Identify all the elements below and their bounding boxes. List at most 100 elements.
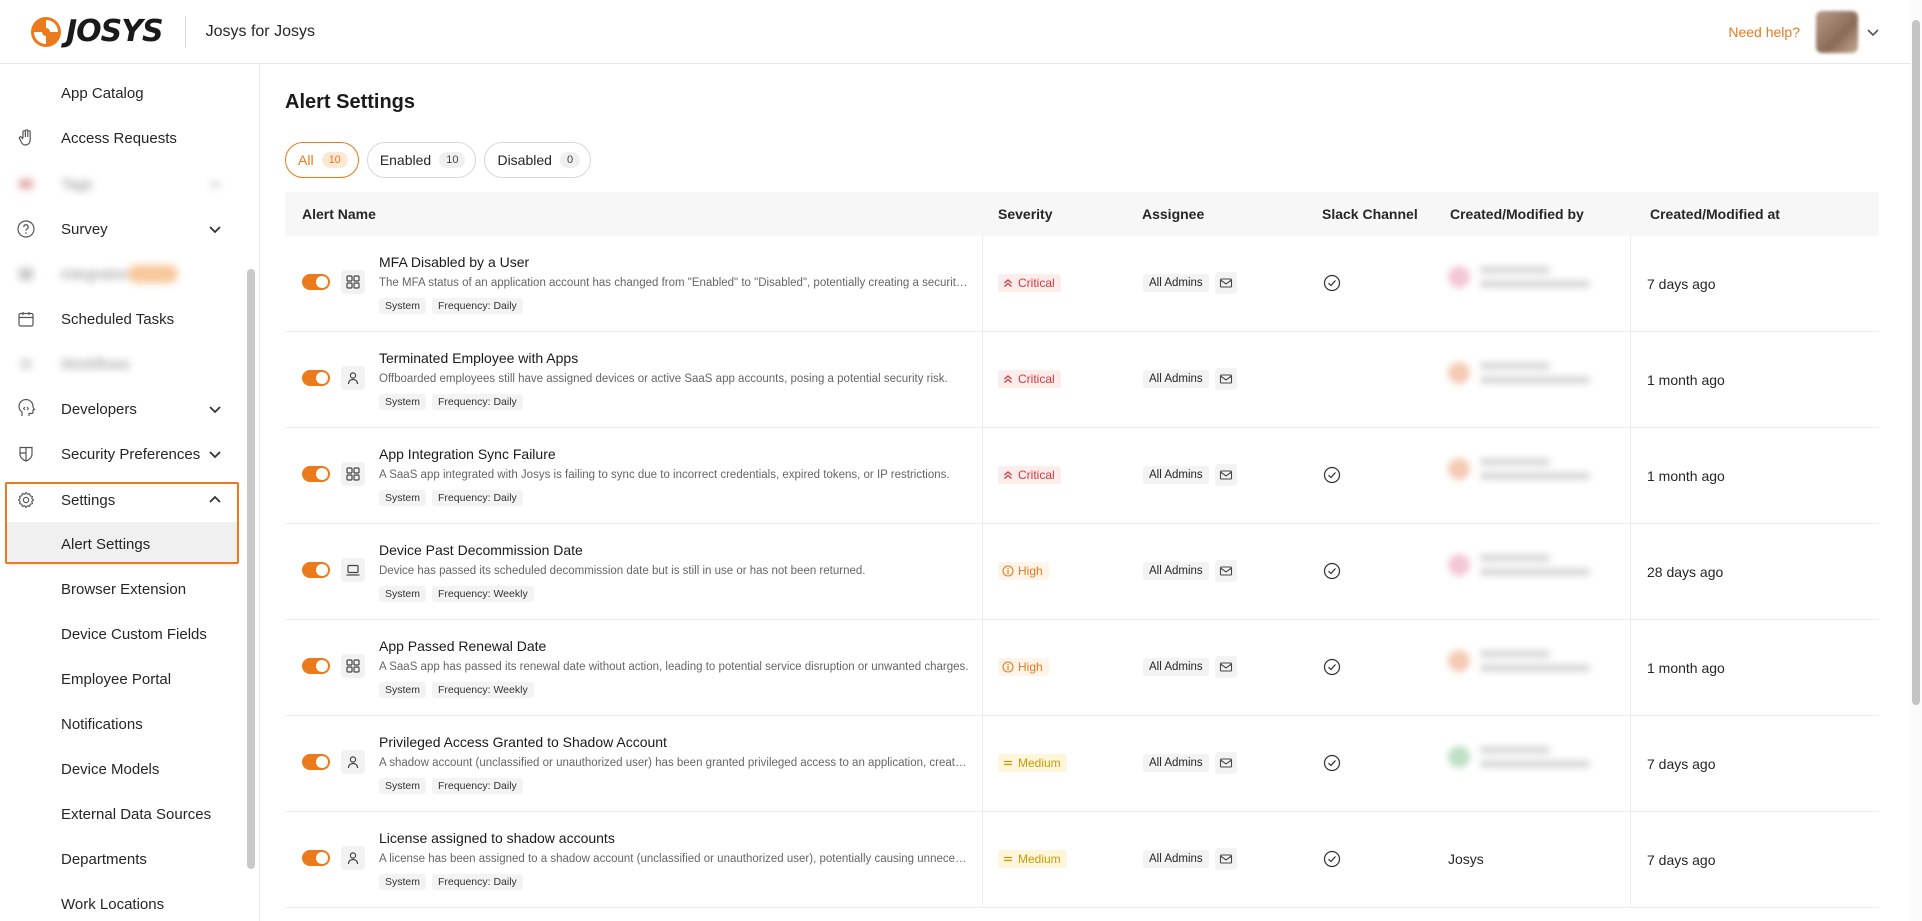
- sidebar-item-device-custom-fields[interactable]: Device Custom Fields: [0, 612, 244, 656]
- sidebar-item-alert-settings[interactable]: Alert Settings: [7, 522, 238, 566]
- alert-description: A SaaS app integrated with Josys is fail…: [379, 469, 950, 481]
- table-row[interactable]: App Passed Renewal Date A SaaS app has p…: [285, 620, 1879, 716]
- scrollbar-thumb[interactable]: [1912, 20, 1920, 705]
- alert-name[interactable]: Privileged Access Granted to Shadow Acco…: [379, 734, 667, 750]
- assignee-chip: All Admins: [1143, 562, 1209, 580]
- header-divider: [184, 15, 186, 48]
- sidebar-item-label: Device Models: [61, 760, 160, 778]
- alert-tags: System Frequency: Weekly: [379, 682, 534, 698]
- sidebar-item-settings[interactable]: Settings: [0, 478, 244, 522]
- tag-frequency: Frequency: Weekly: [432, 682, 534, 698]
- sidebar-item-survey[interactable]: Survey: [0, 207, 244, 251]
- sidebar-item-workflows[interactable]: Workflows: [0, 342, 244, 386]
- enabled-toggle[interactable]: [302, 850, 330, 866]
- alert-name[interactable]: App Passed Renewal Date: [379, 638, 546, 654]
- enabled-toggle[interactable]: [302, 754, 330, 770]
- alert-tags: System Frequency: Daily: [379, 394, 523, 410]
- sidebar-item-departments[interactable]: Departments: [0, 837, 244, 881]
- alert-table: Alert Name Severity Assignee Slack Chann…: [285, 192, 1879, 908]
- alert-name[interactable]: Terminated Employee with Apps: [379, 350, 578, 366]
- chevron-down-icon: [209, 406, 221, 414]
- sidebar-item-notifications[interactable]: Notifications: [0, 702, 244, 746]
- creator-avatar: [1448, 650, 1470, 672]
- sidebar-item-label: Departments: [61, 850, 147, 868]
- page-scrollbar[interactable]: [1910, 0, 1922, 921]
- sidebar-item-app-catalog[interactable]: App Catalog: [0, 71, 244, 115]
- modified-at: 7 days ago: [1647, 756, 1716, 772]
- creator-avatar: [1448, 554, 1470, 576]
- sidebar-item-label: Work Locations: [61, 895, 165, 913]
- workspace-name: Josys for Josys: [205, 22, 315, 40]
- alert-tags: System Frequency: Daily: [379, 874, 523, 890]
- alert-description: Offboarded employees still have assigned…: [379, 373, 948, 385]
- creator-avatar: [1448, 266, 1470, 288]
- sidebar-item-integrations[interactable]: Integrations: [0, 252, 244, 296]
- filter-enabled[interactable]: Enabled 10: [366, 142, 477, 178]
- avatar[interactable]: [1816, 10, 1858, 53]
- alert-name[interactable]: App Integration Sync Failure: [379, 446, 556, 462]
- sidebar-item-security-preferences[interactable]: Security Preferences: [0, 432, 244, 476]
- alert-description: A SaaS app has passed its renewal date w…: [379, 661, 969, 673]
- chevron-down-icon[interactable]: [1866, 25, 1880, 39]
- main-content: Alert Settings All 10 Enabled 10 Disable…: [261, 64, 1901, 921]
- user-icon: [341, 750, 365, 774]
- sidebar-item-label: Access Requests: [61, 129, 177, 147]
- mail-icon: [1214, 656, 1237, 678]
- alert-name[interactable]: Device Past Decommission Date: [379, 542, 583, 558]
- alert-tags: System Frequency: Daily: [379, 778, 523, 794]
- enabled-toggle[interactable]: [302, 370, 330, 386]
- top-header: JOSYS Josys for Josys Need help?: [0, 0, 1922, 64]
- severity-badge: Critical: [998, 370, 1061, 388]
- table-row[interactable]: Device Past Decommission Date Device has…: [285, 524, 1879, 620]
- column-header-created-by[interactable]: Created/Modified by: [1450, 206, 1584, 222]
- sidebar-item-browser-extension[interactable]: Browser Extension: [0, 567, 244, 611]
- sidebar-item-scheduled-tasks[interactable]: Scheduled Tasks: [0, 297, 244, 341]
- mail-icon: [1214, 560, 1237, 582]
- assignee: All Admins: [1143, 464, 1237, 486]
- modified-at: 1 month ago: [1647, 660, 1725, 676]
- sidebar-item-label: Survey: [61, 220, 108, 238]
- sidebar-item-developers[interactable]: Developers: [0, 387, 244, 431]
- table-row[interactable]: Terminated Employee with Apps Offboarded…: [285, 332, 1879, 428]
- enabled-toggle[interactable]: [302, 658, 330, 674]
- critical-chevrons-icon: [1004, 279, 1012, 287]
- column-header-assignee[interactable]: Assignee: [1142, 206, 1204, 222]
- severity-badge: Critical: [998, 466, 1061, 484]
- sidebar-item-employee-portal[interactable]: Employee Portal: [0, 657, 244, 701]
- chevron-down-icon: [209, 181, 221, 189]
- table-row[interactable]: MFA Disabled by a User The MFA status of…: [285, 236, 1879, 332]
- sidebar-item-external-data-sources[interactable]: External Data Sources: [0, 792, 244, 836]
- column-header-alert-name[interactable]: Alert Name: [302, 206, 376, 222]
- check-circle-icon: [1323, 658, 1341, 676]
- created-by-blurred: [1448, 554, 1590, 576]
- tag-frequency: Frequency: Weekly: [432, 586, 534, 602]
- table-row[interactable]: Privileged Access Granted to Shadow Acco…: [285, 716, 1879, 812]
- sidebar-item-device-models[interactable]: Device Models: [0, 747, 244, 791]
- filter-disabled[interactable]: Disabled 0: [484, 142, 592, 178]
- assignee-chip: All Admins: [1143, 274, 1209, 292]
- enabled-toggle[interactable]: [302, 274, 330, 290]
- need-help-link[interactable]: Need help?: [1728, 24, 1800, 40]
- table-row[interactable]: App Integration Sync Failure A SaaS app …: [285, 428, 1879, 524]
- josys-logo[interactable]: JOSYS: [30, 14, 164, 49]
- column-header-created-at[interactable]: Created/Modified at: [1650, 206, 1780, 222]
- severity-badge: High: [998, 658, 1049, 676]
- enabled-toggle[interactable]: [302, 466, 330, 482]
- chevron-down-icon: [209, 451, 221, 459]
- filter-count: 10: [439, 152, 466, 168]
- sidebar-item-label: Scheduled Tasks: [61, 310, 175, 328]
- sidebar-scrollbar[interactable]: [247, 269, 255, 869]
- assignee: All Admins: [1143, 656, 1237, 678]
- column-header-slack-channel[interactable]: Slack Channel: [1322, 206, 1418, 222]
- enabled-toggle[interactable]: [302, 562, 330, 578]
- filter-all[interactable]: All 10: [285, 142, 359, 178]
- modified-at: 7 days ago: [1647, 852, 1716, 868]
- alert-name[interactable]: MFA Disabled by a User: [379, 254, 529, 270]
- alert-name[interactable]: License assigned to shadow accounts: [379, 830, 615, 846]
- sidebar-item-tags[interactable]: Tags: [0, 162, 244, 206]
- sidebar-item-access-requests[interactable]: Access Requests: [0, 116, 244, 160]
- table-row[interactable]: License assigned to shadow accounts A li…: [285, 812, 1879, 908]
- sidebar-item-work-locations[interactable]: Work Locations: [0, 882, 244, 921]
- column-header-severity[interactable]: Severity: [998, 206, 1052, 222]
- tag-icon: [19, 179, 33, 189]
